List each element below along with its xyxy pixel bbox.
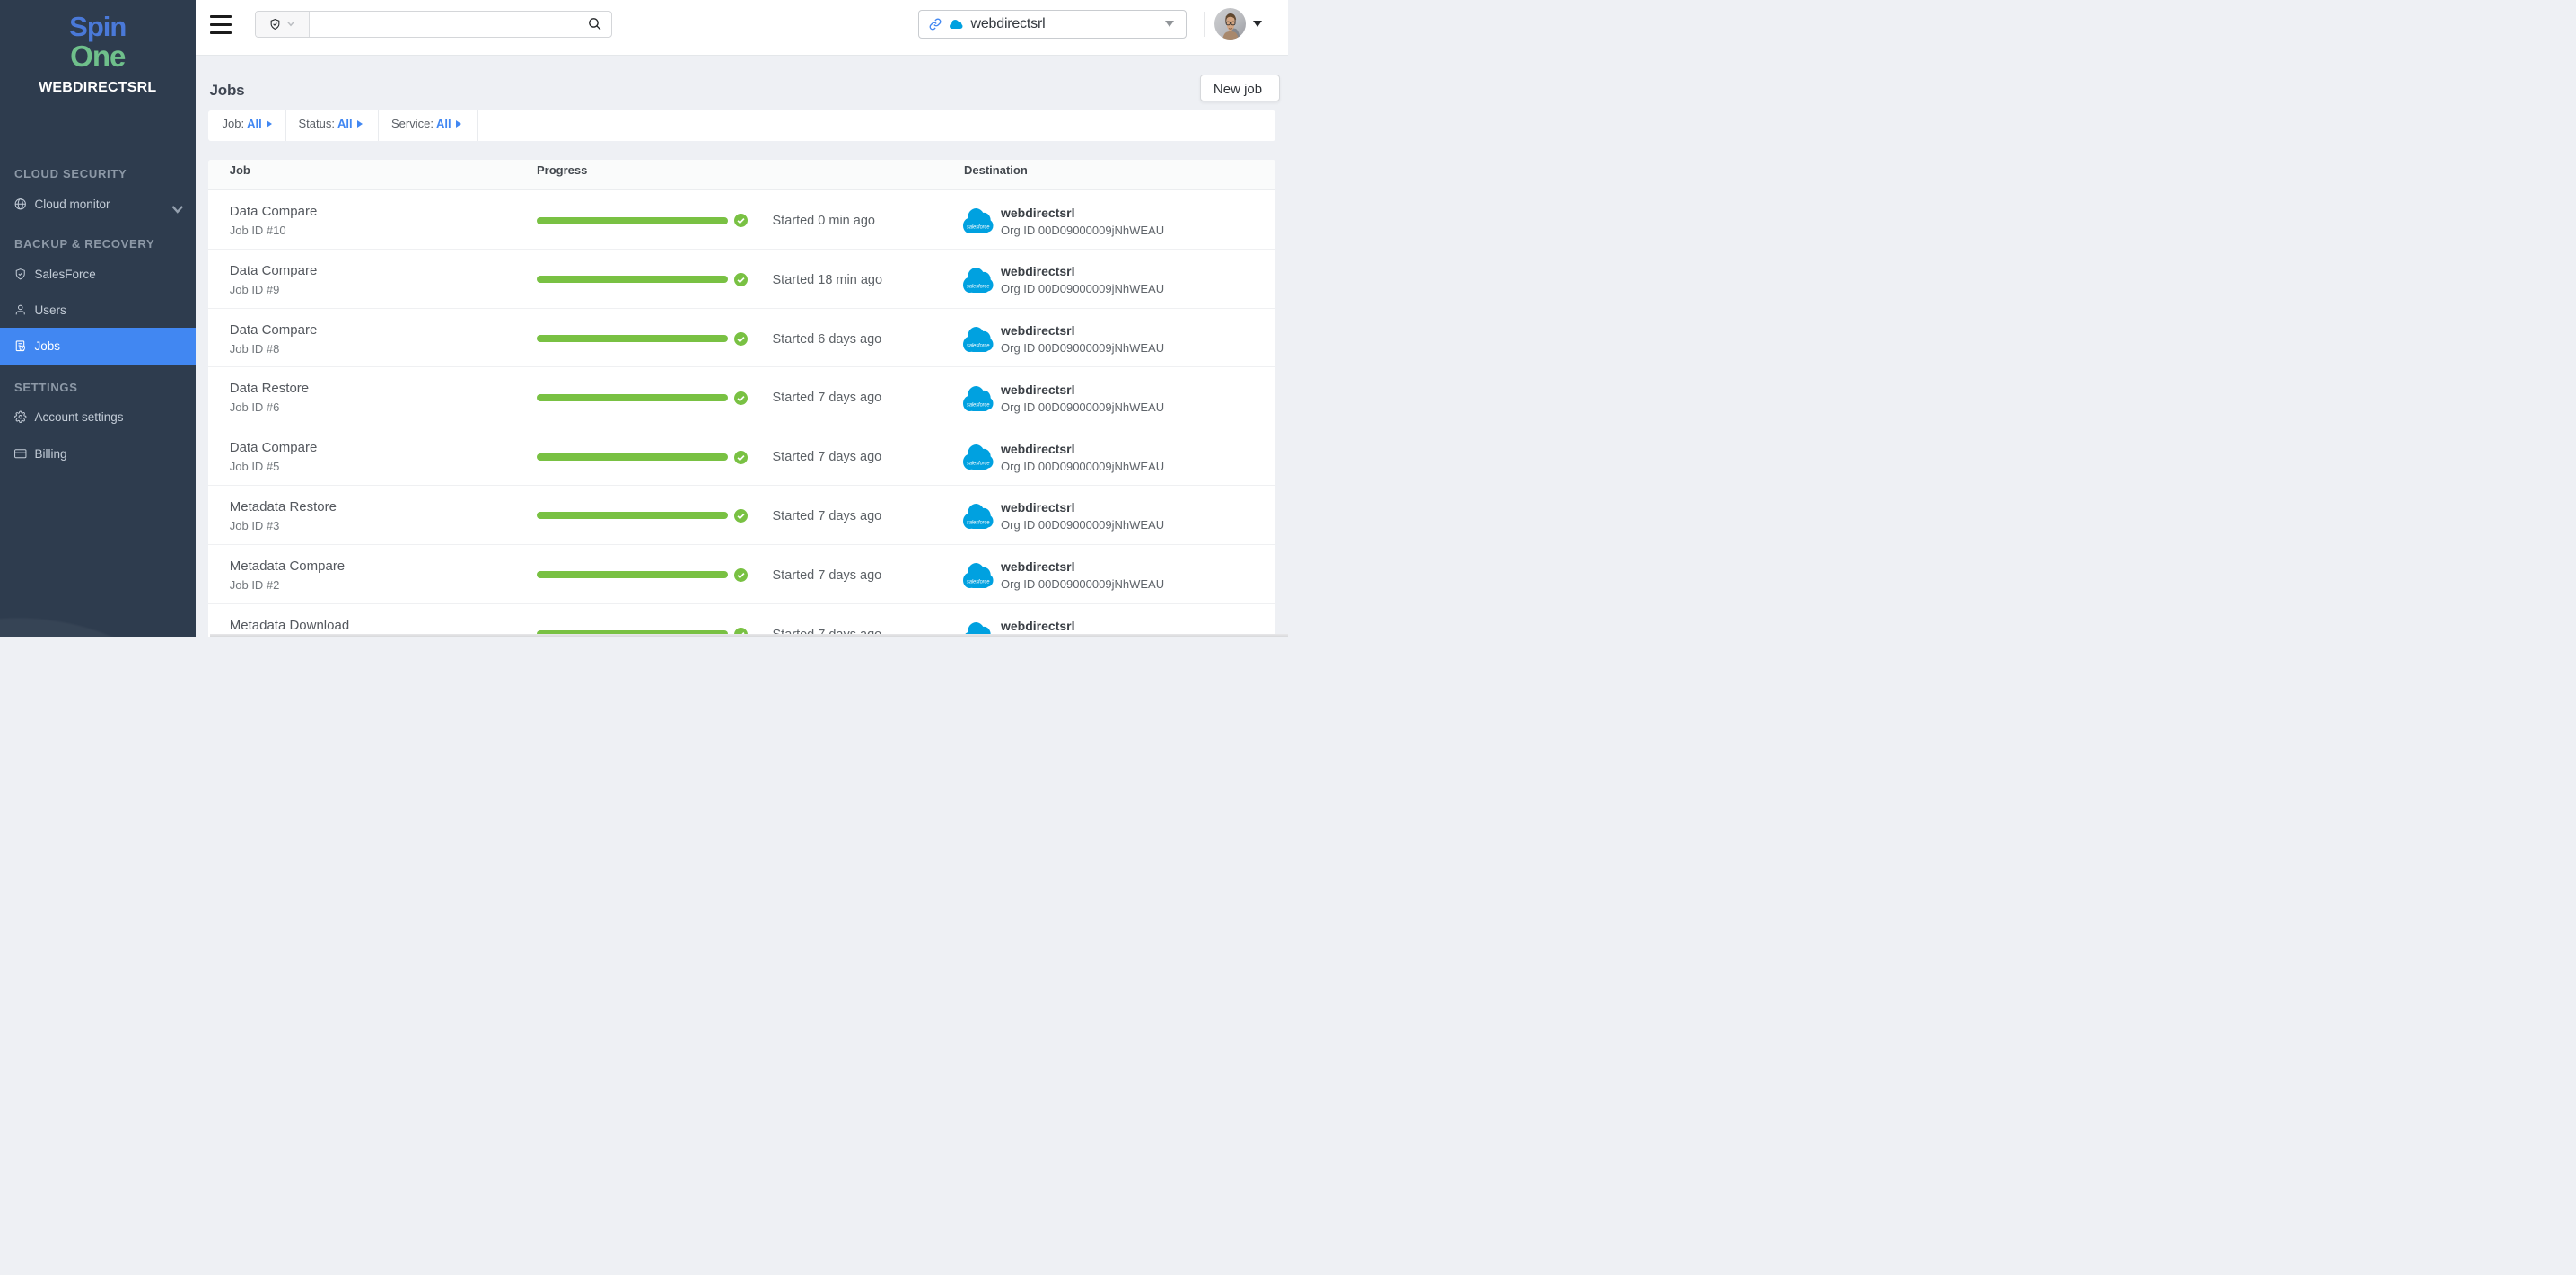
svg-text:salesforce: salesforce [967,284,990,289]
svg-text:salesforce: salesforce [967,343,990,348]
svg-text:salesforce: salesforce [967,579,990,585]
svg-text:salesforce: salesforce [967,462,990,467]
svg-text:salesforce: salesforce [967,225,990,231]
svg-text:salesforce: salesforce [967,402,990,408]
svg-text:salesforce: salesforce [967,521,990,526]
